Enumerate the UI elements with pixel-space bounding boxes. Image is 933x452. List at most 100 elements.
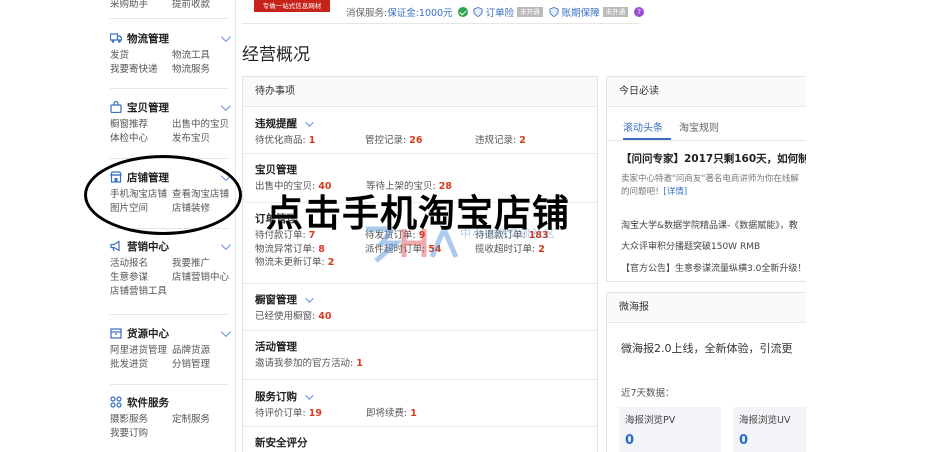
- sidebar-section-header[interactable]: 软件服务: [110, 393, 228, 411]
- chevron-down-icon[interactable]: [220, 100, 231, 111]
- sidebar-link[interactable]: 生意参谋: [110, 269, 172, 283]
- chevron-down-icon[interactable]: [305, 391, 314, 400]
- todo-item[interactable]: 待优化商品: 1: [255, 132, 365, 146]
- status-badge: 未开通: [602, 7, 629, 17]
- help-icon[interactable]: ?: [634, 7, 645, 17]
- sidebar-row: 我要订购: [110, 425, 228, 439]
- sidebar-link[interactable]: 摄影服务: [110, 411, 172, 425]
- micro-poster-title[interactable]: 微海报2.0上线，全新体验，引流更: [621, 340, 793, 356]
- news-item[interactable]: 淘宝大学&数据学院精品课-《数据赋能》，教: [621, 218, 798, 231]
- deposit-label: 消保服务:: [346, 8, 388, 19]
- sidebar-link[interactable]: 橱窗推荐: [110, 116, 172, 130]
- todo-group-title[interactable]: 新安全评分: [255, 435, 585, 451]
- todo-group-title[interactable]: 违规提醒: [255, 116, 585, 132]
- chevron-down-icon[interactable]: [305, 118, 314, 127]
- todo-group: 橱窗管理已经使用橱窗: 40: [255, 292, 585, 322]
- news-item[interactable]: 大众评审积分播题突破150W RMB: [621, 239, 760, 252]
- order-insurance-link[interactable]: 订单险: [486, 5, 515, 19]
- todo-item[interactable]: 邀请我参加的官方活动: 1: [255, 355, 366, 369]
- bag-icon: [110, 101, 122, 113]
- todo-item-count: 26: [409, 135, 423, 146]
- sidebar-link[interactable]: 采购助手: [110, 0, 172, 10]
- chevron-down-icon[interactable]: [220, 326, 231, 337]
- todo-item[interactable]: 违规记录: 2: [475, 132, 585, 146]
- box-icon: [110, 328, 122, 339]
- todo-item-label: 已经使用橱窗:: [255, 311, 319, 322]
- sidebar-link[interactable]: 物流服务: [172, 61, 234, 75]
- todo-item-label: 揽收超时订单:: [475, 243, 539, 255]
- sidebar-link[interactable]: 体检中心: [110, 130, 172, 144]
- todo-item-count: 2: [538, 243, 545, 255]
- tab-rules[interactable]: 淘宝规则: [679, 119, 719, 134]
- todo-item[interactable]: 待评价订单: 19: [255, 405, 366, 419]
- sidebar-row: 体检中心 发布宝贝: [110, 130, 228, 144]
- todo-group-title[interactable]: 服务订购: [255, 389, 585, 405]
- todo-item[interactable]: 即将续费: 1: [366, 405, 477, 419]
- divider: [243, 330, 597, 331]
- micro-poster-panel: 微海报 微海报2.0上线，全新体验，引流更 近7天数据： 海报浏览PV 0 海报…: [606, 292, 806, 452]
- divider: [110, 88, 228, 89]
- sidebar-row: 活动报名 我要推广: [110, 255, 228, 269]
- news-item[interactable]: 【官方公告】生意参谋流量纵横3.0全新升级！: [621, 261, 806, 274]
- chevron-down-icon[interactable]: [220, 239, 231, 250]
- todo-group-label: 活动管理: [255, 341, 297, 353]
- sidebar-link[interactable]: 品牌货源: [172, 342, 234, 356]
- todo-item[interactable]: 已经使用橱窗: 40: [255, 308, 366, 322]
- todo-item[interactable]: 管控记录: 26: [365, 132, 475, 146]
- sidebar-section-marketing: 营销中心 活动报名 我要推广 生意参谋 店铺营销中心 店铺营销工具: [110, 237, 231, 297]
- todo-group-title[interactable]: 宝贝管理: [255, 162, 585, 178]
- sidebar-link[interactable]: 店铺营销工具: [110, 283, 228, 297]
- stat-card: 海报浏览PV 0: [619, 407, 721, 452]
- todo-item-count: 40: [318, 311, 332, 322]
- sidebar-link[interactable]: 批发进货: [110, 356, 172, 370]
- todo-item[interactable]: 派件超时订单: 54: [365, 241, 475, 255]
- sidebar-link[interactable]: 发货: [110, 47, 172, 61]
- sidebar-link[interactable]: 阿里进货管理: [110, 342, 172, 356]
- sidebar-link[interactable]: 我要推广: [172, 255, 234, 269]
- news-headline[interactable]: 【问问专家】2017只剩160天，如何制: [621, 151, 806, 166]
- sidebar-section-header[interactable]: 货源中心: [110, 324, 231, 342]
- sidebar-link[interactable]: 出售中的宝贝: [172, 116, 234, 130]
- sidebar-section-header[interactable]: 物流管理: [110, 29, 231, 47]
- todo-panel: 待办事项 违规提醒 待优化商品: 1 管控记录: 26 违规记录: 2 宝贝管理 出售中的…: [242, 76, 598, 452]
- todo-item[interactable]: 物流未更新订单: 2: [255, 254, 366, 268]
- consumer-protection-row: 消保服务: 保证金:1000元 订单险 未开通 账期保障 未开通 ?: [346, 5, 645, 19]
- sidebar-link[interactable]: 定制服务: [172, 411, 234, 425]
- deposit-link[interactable]: 保证金:1000元: [387, 5, 452, 19]
- todo-row: 待评价订单: 19 即将续费: 1: [255, 405, 585, 419]
- todo-group-label: 宝贝管理: [255, 164, 297, 176]
- chevron-down-icon[interactable]: [220, 31, 231, 42]
- sidebar-link[interactable]: 店铺营销中心: [172, 269, 234, 283]
- sidebar-link[interactable]: 活动报名: [110, 255, 172, 269]
- todo-group-title[interactable]: 橱窗管理: [255, 292, 585, 308]
- sidebar-section-header[interactable]: 宝贝管理: [110, 98, 231, 116]
- todo-item-label: 派件超时订单:: [365, 243, 429, 255]
- sidebar-link[interactable]: 我要寄快递: [110, 61, 172, 75]
- todo-item-label: 邀请我参加的官方活动:: [255, 358, 357, 369]
- todo-row: 已经使用橱窗: 40: [255, 308, 585, 322]
- sidebar-link[interactable]: 物流工具: [172, 47, 234, 61]
- tab-headlines[interactable]: 滚动头条: [623, 119, 663, 134]
- panel-header: 微海报: [607, 293, 806, 323]
- sidebar-section-header[interactable]: 营销中心: [110, 237, 231, 255]
- todo-group-label: 橱窗管理: [255, 294, 297, 306]
- todo-item-count: 19: [308, 408, 322, 419]
- stats-caption: 近7天数据：: [621, 388, 675, 399]
- todo-item-count: 1: [410, 408, 417, 419]
- stat-label: 海报浏览UV: [739, 415, 791, 426]
- sidebar-link[interactable]: 提前收款: [172, 0, 234, 10]
- page-title: 经营概况: [242, 45, 310, 65]
- todo-item-count: 1: [356, 358, 363, 369]
- chevron-down-icon[interactable]: [305, 294, 314, 303]
- todo-item[interactable]: 揽收超时订单: 2: [475, 241, 585, 255]
- divider: [607, 140, 806, 141]
- promo-banner[interactable]: 专做一站式信息网材: [254, 0, 330, 12]
- sidebar-link[interactable]: 分销管理: [172, 356, 234, 370]
- sidebar-link[interactable]: 我要订购: [110, 425, 172, 439]
- todo-item[interactable]: 物流异常订单: 8: [255, 241, 365, 255]
- stat-value: 0: [739, 433, 749, 448]
- account-insurance-link[interactable]: 账期保障: [562, 5, 600, 19]
- todo-group-title[interactable]: 活动管理: [255, 339, 585, 355]
- sidebar-link[interactable]: 发布宝贝: [172, 130, 234, 144]
- details-link[interactable]: [详情]: [664, 187, 688, 197]
